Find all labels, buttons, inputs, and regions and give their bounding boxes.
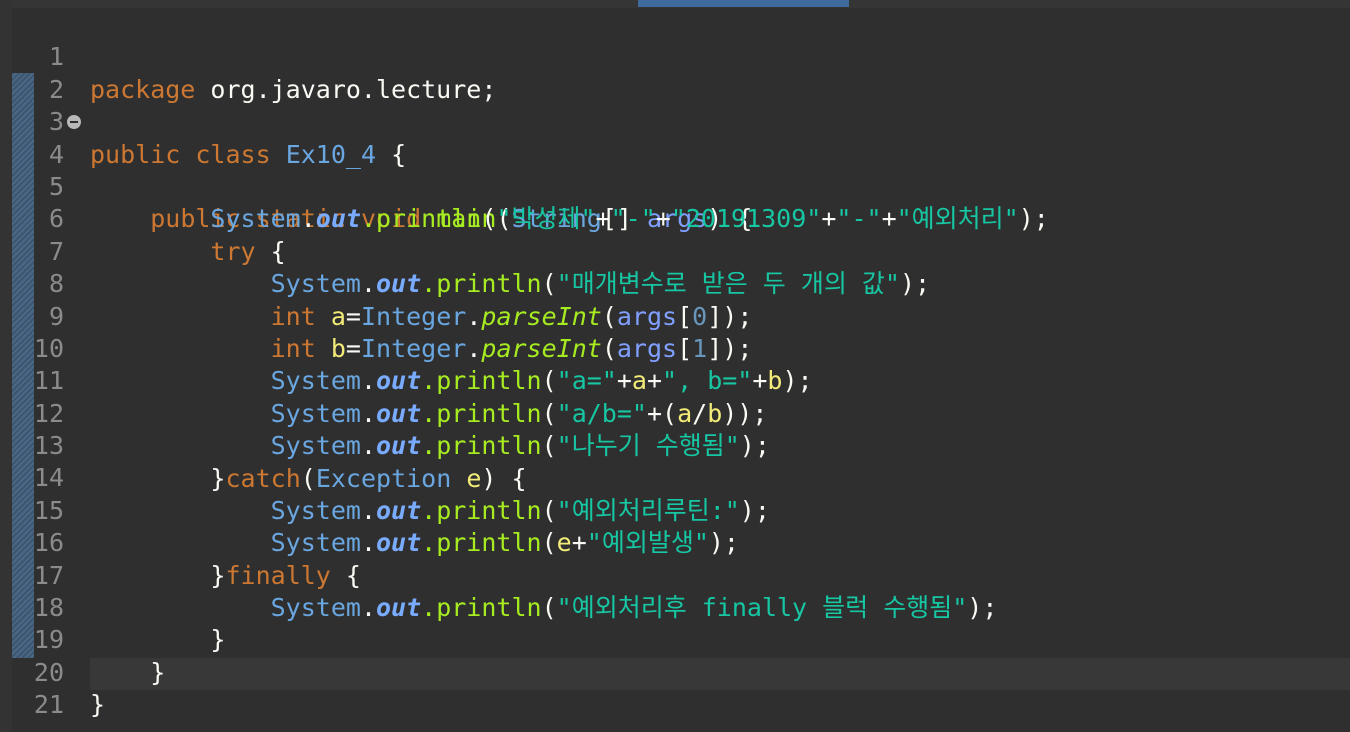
code-area[interactable]: 1 package org.javaro.lecture; 2 3 public… <box>0 9 1350 719</box>
code-line-4[interactable]: 4 public static void main(String[] args)… <box>0 106 1350 233</box>
code-line-20[interactable]: 20 } <box>0 624 1350 719</box>
code-line-2[interactable]: 2 <box>0 41 1350 104</box>
editor-tab-strip <box>0 0 1350 8</box>
code-line-18[interactable]: 18 } <box>0 560 1350 654</box>
closing-brace: } <box>90 690 106 720</box>
line-code: } <box>90 689 105 721</box>
code-line-21[interactable]: 21 <box>0 657 1350 719</box>
code-line-17[interactable]: 17 System.out.println("예외처리후 finally 블럭 … <box>0 527 1350 622</box>
code-line-14[interactable]: 14 System.out.println("예외처리루틴:"); <box>0 430 1350 524</box>
code-line-12[interactable]: 12 System.out.println("나누기 수행됨"); <box>0 365 1350 460</box>
collapse-minus-icon[interactable] <box>67 115 81 130</box>
code-line-10[interactable]: 10 System.out.println("a="+a+", b="+b); <box>0 301 1350 395</box>
code-line-19[interactable]: 19 } <box>0 592 1350 686</box>
code-line-15[interactable]: 15 System.out.println(e+"예외발생"); <box>0 462 1350 557</box>
code-line-11[interactable]: 11 System.out.println("a/b="+(a/b)); <box>0 333 1350 427</box>
code-line-8[interactable]: 8 int a=Integer.parseInt(args[0]); <box>0 236 1350 330</box>
code-line-6[interactable]: 6 try { <box>0 171 1350 265</box>
code-line-7[interactable]: 7 System.out.println("매개변수로 받은 두 개의 값"); <box>0 203 1350 298</box>
line-number: 21 <box>33 690 64 720</box>
code-line-5[interactable]: 5 System.out.println("박성제"+"-"+"20191309… <box>0 139 1350 233</box>
active-tab-indicator[interactable] <box>638 0 849 7</box>
code-line-13[interactable]: 13 }catch(Exception e) { <box>0 398 1350 492</box>
code-line-3[interactable]: 3 public class Ex10_4 { <box>0 74 1350 168</box>
code-editor[interactable]: 1 package org.javaro.lecture; 2 3 public… <box>0 0 1350 732</box>
code-line-1[interactable]: 1 package org.javaro.lecture; <box>0 9 1350 103</box>
code-line-16[interactable]: 16 }finally { <box>0 495 1350 589</box>
code-line-9[interactable]: 9 int b=Integer.parseInt(args[1]); <box>0 268 1350 363</box>
